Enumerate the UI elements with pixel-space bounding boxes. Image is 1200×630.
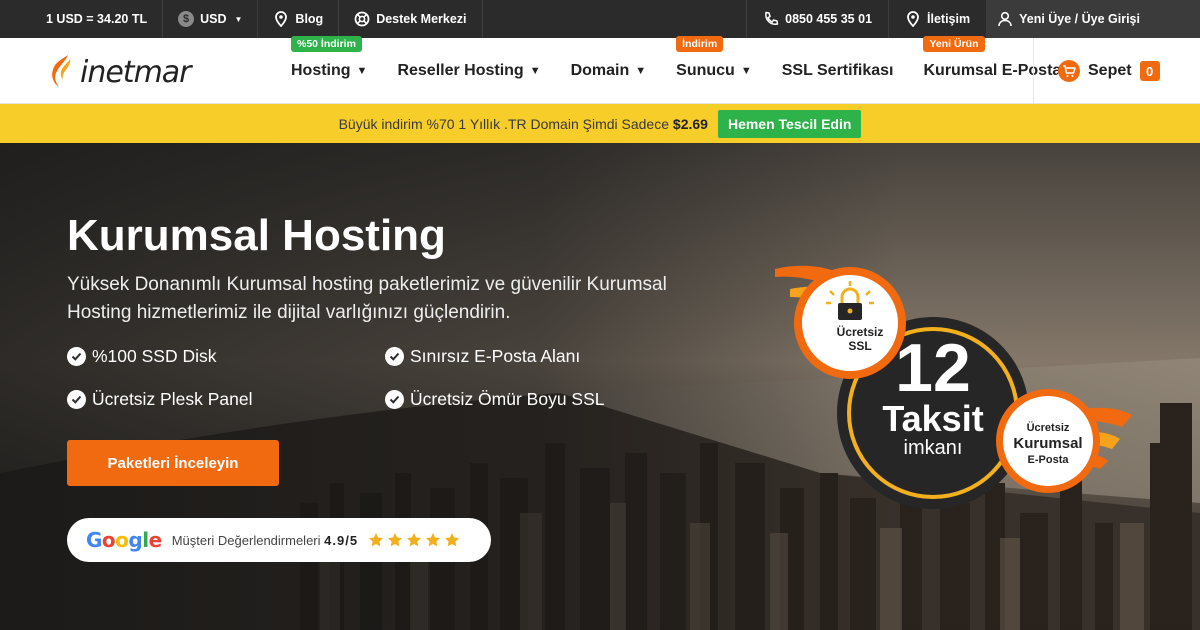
nav-label: Reseller Hosting bbox=[397, 62, 524, 79]
logo-text: inetmar bbox=[80, 54, 192, 90]
register-now-button[interactable]: Hemen Tescil Edin bbox=[717, 109, 862, 138]
promo-text: Büyük indirim %70 1 Yıllık .TR Domain Şi… bbox=[339, 116, 708, 132]
feature-item: Ücretsiz Plesk Panel bbox=[67, 389, 385, 410]
currency-selector[interactable]: $ USD ▼ bbox=[163, 0, 259, 38]
feature-item: Ücretsiz Ömür Boyu SSL bbox=[385, 389, 685, 410]
badge-imkani: imkanı bbox=[903, 437, 963, 459]
nav-badge-discount: %50 İndirim bbox=[291, 36, 362, 52]
phone-number: 0850 455 35 01 bbox=[785, 12, 873, 26]
hero-description: Yüksek Donanımlı Kurumsal hosting paketl… bbox=[67, 274, 667, 323]
nav-label: Hosting bbox=[291, 62, 351, 79]
hero-section: Kurumsal Hosting Yüksek Donanımlı Kurums… bbox=[0, 143, 1200, 630]
badge-mail-line2: Kurumsal bbox=[1013, 435, 1083, 452]
review-text: Müşteri Değerlendirmeleri 4.9/5 bbox=[172, 533, 358, 548]
cart-icon bbox=[1058, 60, 1080, 82]
main-nav: %50 İndirim Hosting ▼ Reseller Hosting ▼… bbox=[291, 36, 1091, 104]
feature-label: Ücretsiz Ömür Boyu SSL bbox=[410, 389, 605, 409]
contact-link[interactable]: İletişim bbox=[888, 0, 986, 38]
location-pin-icon bbox=[905, 11, 921, 27]
google-review-widget[interactable]: Google Müşteri Değerlendirmeleri 4.9/5 bbox=[67, 518, 491, 562]
star-icon bbox=[388, 533, 403, 547]
feature-label: Ücretsiz Plesk Panel bbox=[92, 389, 253, 409]
main-header: inetmar %50 İndirim Hosting ▼ Reseller H… bbox=[0, 36, 1200, 104]
nav-item-hosting[interactable]: %50 İndirim Hosting ▼ bbox=[291, 36, 368, 80]
contact-label: İletişim bbox=[927, 12, 971, 26]
badge-number: 12 bbox=[895, 330, 971, 406]
phone-link[interactable]: 0850 455 35 01 bbox=[746, 0, 888, 38]
currency-label: USD bbox=[200, 12, 227, 26]
nav-item-reseller-hosting[interactable]: Reseller Hosting ▼ bbox=[397, 62, 540, 80]
caret-down-icon: ▼ bbox=[635, 65, 647, 77]
chevron-down-icon: ▼ bbox=[234, 14, 243, 24]
user-icon bbox=[997, 11, 1013, 27]
caret-down-icon: ▼ bbox=[740, 65, 752, 77]
star-icon bbox=[426, 533, 441, 547]
cart-count-badge: 0 bbox=[1139, 61, 1160, 81]
promo-message: Büyük indirim %70 1 Yıllık .TR Domain Şi… bbox=[338, 115, 670, 132]
cart-label: Sepet bbox=[1088, 62, 1132, 79]
nav-item-domain[interactable]: Domain ▼ bbox=[571, 62, 647, 80]
badge-mail-line1: Ücretsiz bbox=[1026, 422, 1070, 434]
exchange-rate: 1 USD = 34.20 TL bbox=[0, 0, 164, 38]
login-label: Yeni Üye / Üye Girişi bbox=[1019, 12, 1140, 26]
nav-badge-new: Yeni Ürün bbox=[923, 36, 985, 52]
top-bar: 1 USD = 34.20 TL $ USD ▼ Blog Destek Mer… bbox=[0, 0, 1200, 38]
cart-button[interactable]: Sepet 0 bbox=[1033, 38, 1200, 104]
support-label: Destek Merkezi bbox=[376, 12, 467, 26]
review-score: 4.9/5 bbox=[324, 532, 359, 548]
star-icon bbox=[369, 533, 384, 547]
feature-label: Sınırsız E-Posta Alanı bbox=[410, 346, 581, 366]
star-icon bbox=[407, 533, 422, 547]
view-packages-button[interactable]: Paketleri İnceleyin bbox=[67, 440, 279, 486]
feature-list: %100 SSD Disk Sınırsız E-Posta Alanı Ücr… bbox=[67, 346, 687, 410]
support-center-link[interactable]: Destek Merkezi bbox=[339, 0, 483, 38]
promo-price: $2.69 bbox=[672, 115, 708, 132]
check-circle-icon bbox=[67, 390, 86, 409]
feature-label: %100 SSD Disk bbox=[92, 346, 217, 366]
nav-item-server[interactable]: İndirim Sunucu ▼ bbox=[676, 36, 752, 80]
caret-down-icon: ▼ bbox=[356, 65, 368, 77]
check-circle-icon bbox=[385, 347, 404, 366]
lifebuoy-icon bbox=[354, 11, 370, 27]
badge-mail-line3: E-Posta bbox=[1027, 454, 1069, 466]
location-pin-icon bbox=[273, 11, 289, 27]
blog-label: Blog bbox=[295, 12, 324, 26]
nav-badge-sale: İndirim bbox=[676, 36, 724, 52]
logo-mark-icon bbox=[52, 55, 71, 87]
badge-email-text: Ücretsiz Kurumsal E-Posta bbox=[1003, 421, 1093, 467]
google-logo: Google bbox=[86, 528, 162, 552]
rating-stars bbox=[368, 532, 460, 548]
star-icon bbox=[445, 533, 460, 547]
dollar-icon: $ bbox=[178, 11, 195, 27]
site-logo[interactable]: inetmar bbox=[48, 52, 192, 92]
badge-installment-text: 12 Taksit imkanı bbox=[860, 330, 1006, 459]
login-button[interactable]: Yeni Üye / Üye Girişi bbox=[986, 0, 1200, 38]
feature-item: %100 SSD Disk bbox=[67, 346, 385, 367]
review-label: Müşteri Değerlendirmeleri bbox=[171, 532, 321, 548]
nav-label: Sunucu bbox=[676, 62, 735, 79]
exchange-rate-text: 1 USD = 34.20 TL bbox=[46, 12, 148, 26]
check-circle-icon bbox=[385, 390, 404, 409]
nav-item-ssl[interactable]: SSL Sertifikası bbox=[782, 62, 894, 80]
nav-label: Domain bbox=[570, 62, 630, 79]
feature-item: Sınırsız E-Posta Alanı bbox=[385, 346, 685, 367]
check-circle-icon bbox=[67, 347, 86, 366]
promo-bar: Büyük indirim %70 1 Yıllık .TR Domain Şi… bbox=[0, 104, 1200, 143]
phone-icon bbox=[763, 11, 779, 27]
hero-title: Kurumsal Hosting bbox=[67, 211, 446, 260]
caret-down-icon: ▼ bbox=[529, 65, 541, 77]
badge-taksit: Taksit bbox=[882, 398, 984, 439]
blog-link[interactable]: Blog bbox=[258, 0, 340, 38]
nav-label: SSL Sertifikası bbox=[781, 62, 894, 79]
